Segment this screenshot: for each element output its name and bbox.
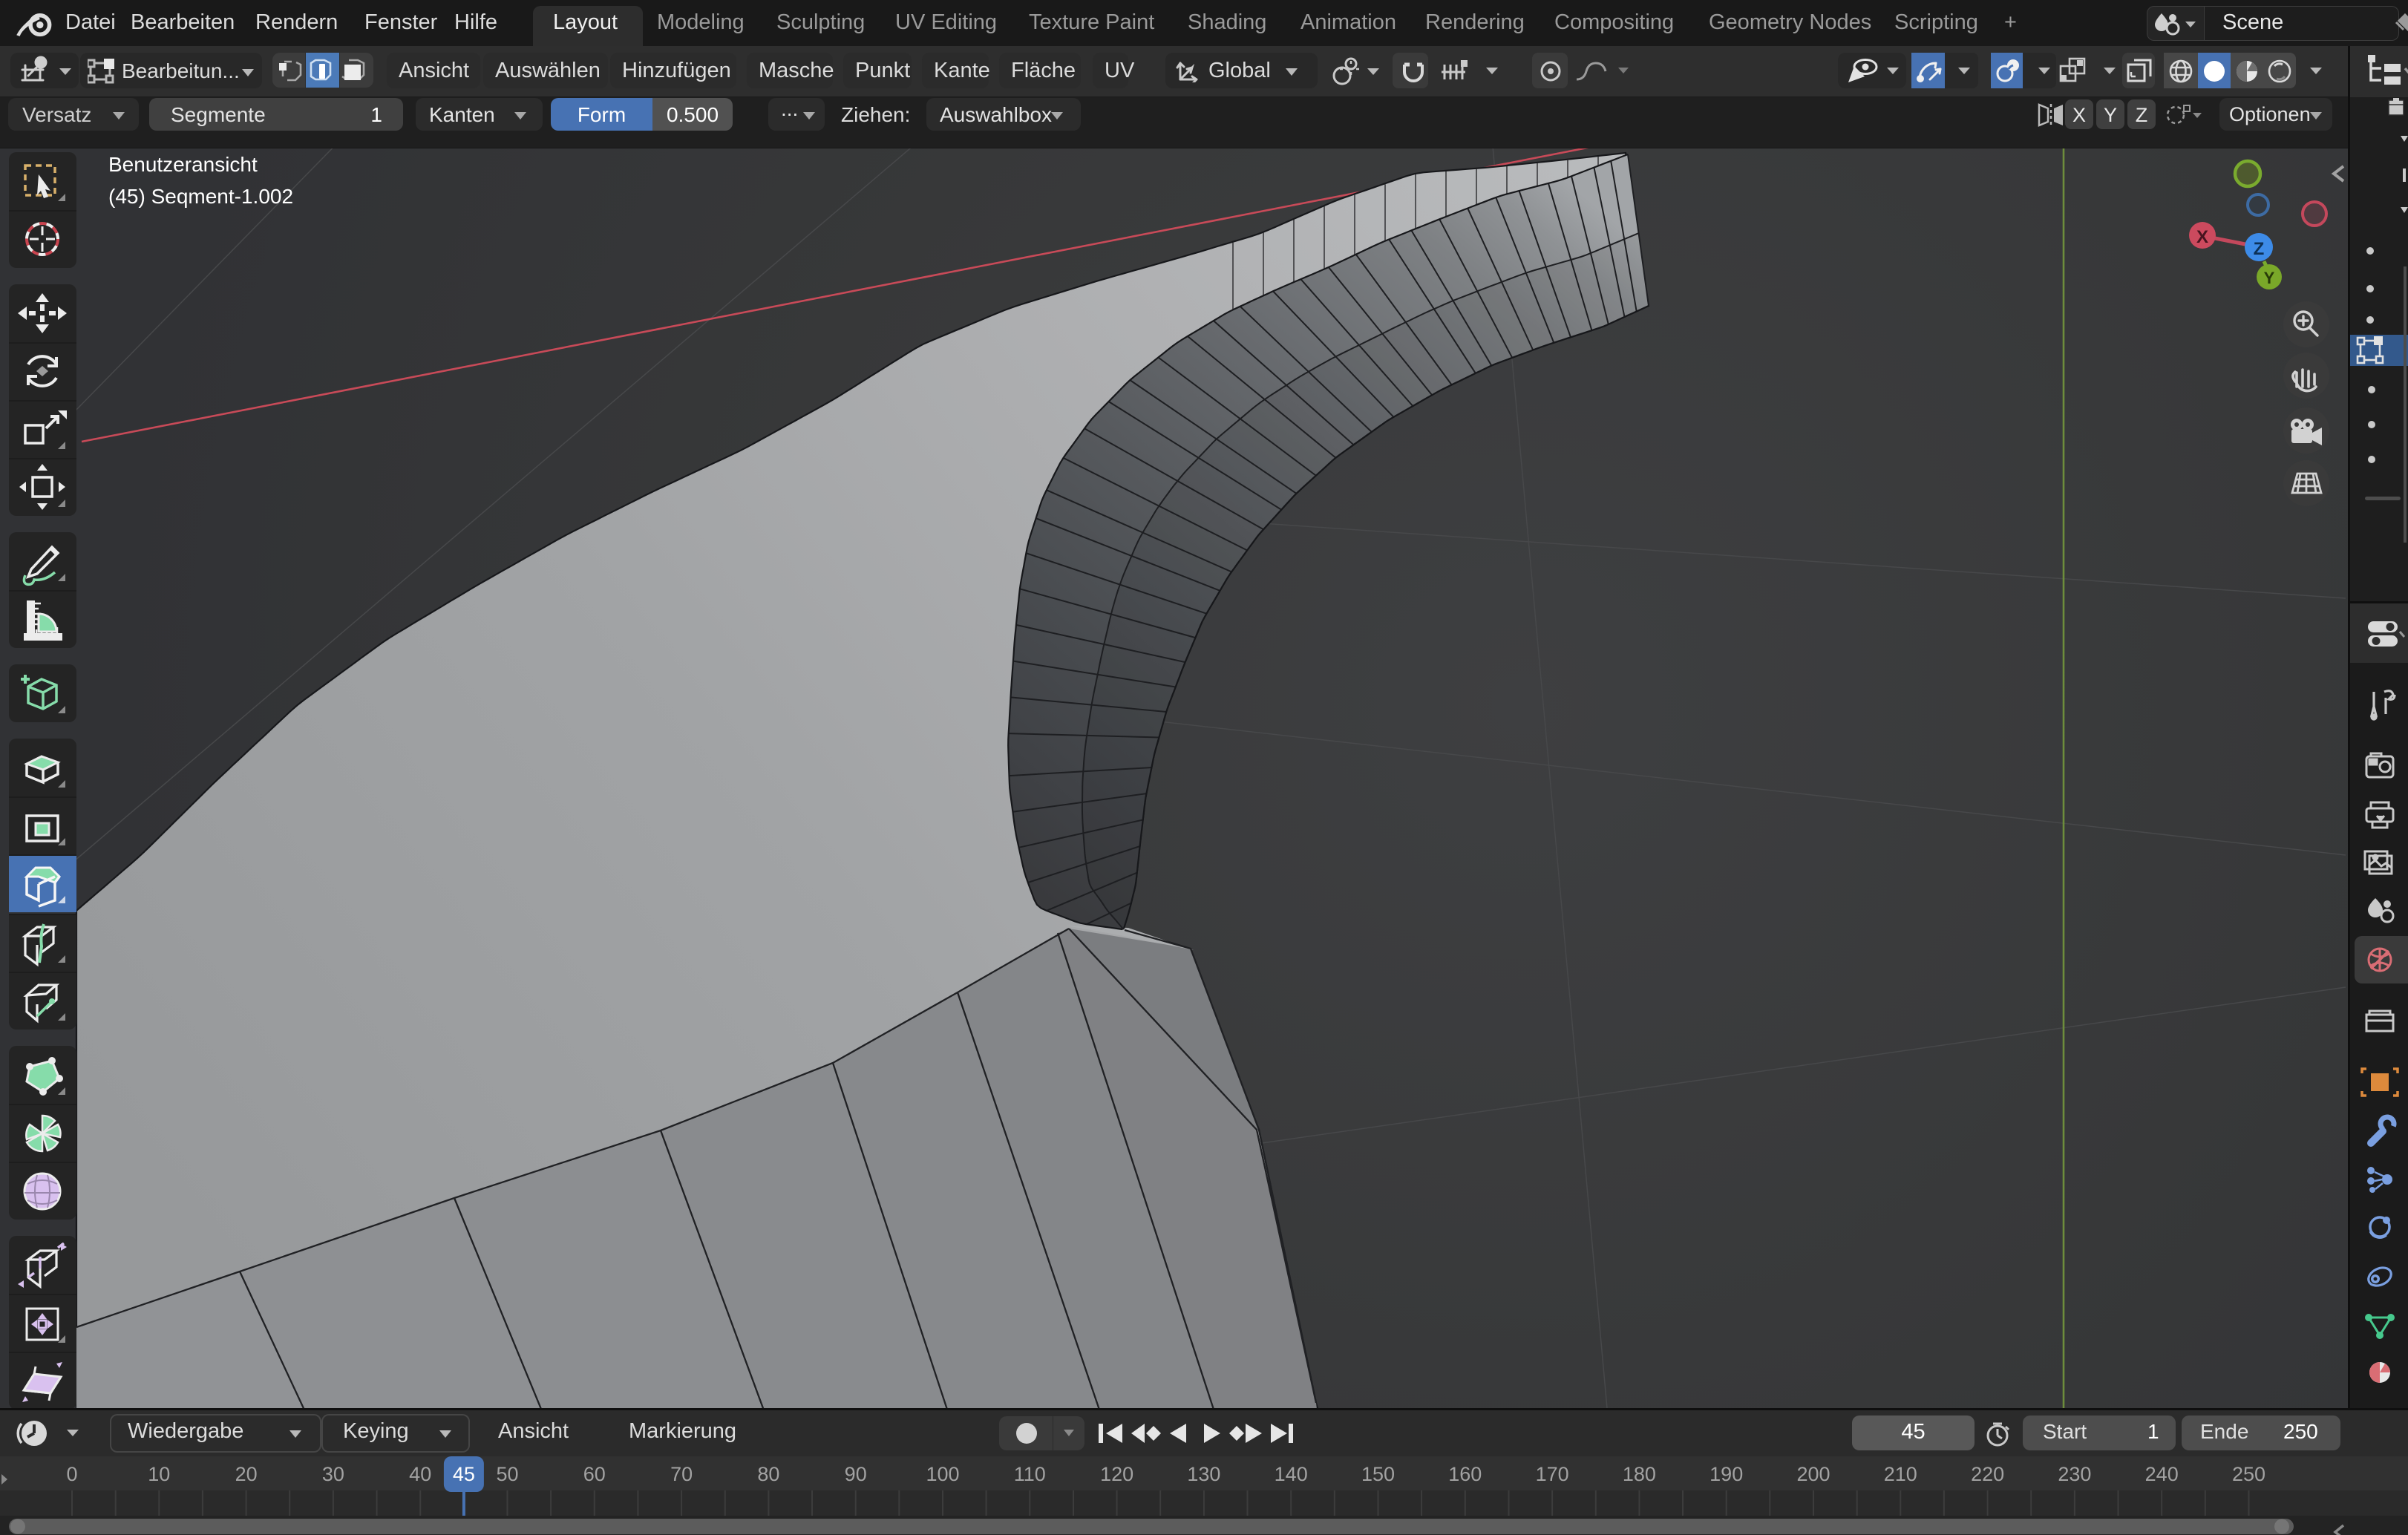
svg-text:140: 140 [1275, 1463, 1308, 1485]
svg-text:Z: Z [2254, 239, 2265, 259]
svg-text:10: 10 [148, 1463, 170, 1485]
svg-text:110: 110 [1014, 1463, 1046, 1485]
svg-text:90: 90 [845, 1463, 867, 1485]
svg-text:240: 240 [2145, 1463, 2179, 1485]
svg-text:180: 180 [1623, 1463, 1656, 1485]
svg-text:60: 60 [583, 1463, 606, 1485]
svg-text:120: 120 [1100, 1463, 1133, 1485]
svg-text:70: 70 [670, 1463, 693, 1485]
svg-text:200: 200 [1796, 1463, 1830, 1485]
svg-text:230: 230 [2058, 1463, 2091, 1485]
svg-text:150: 150 [1361, 1463, 1395, 1485]
svg-text:220: 220 [1971, 1463, 2004, 1485]
svg-text:210: 210 [1884, 1463, 1917, 1485]
svg-text:30: 30 [322, 1463, 344, 1485]
svg-text:Y: Y [2264, 269, 2275, 287]
svg-text:130: 130 [1187, 1463, 1220, 1485]
svg-text:45: 45 [453, 1463, 475, 1485]
svg-text:40: 40 [409, 1463, 431, 1485]
svg-text:170: 170 [1536, 1463, 1569, 1485]
svg-text:100: 100 [926, 1463, 959, 1485]
svg-text:80: 80 [757, 1463, 779, 1485]
svg-text:160: 160 [1448, 1463, 1482, 1485]
svg-text:250: 250 [2232, 1463, 2265, 1485]
svg-text:20: 20 [235, 1463, 258, 1485]
svg-text:50: 50 [496, 1463, 518, 1485]
svg-text:0: 0 [66, 1463, 77, 1485]
svg-text:190: 190 [1710, 1463, 1743, 1485]
svg-text:X: X [2196, 227, 2208, 247]
